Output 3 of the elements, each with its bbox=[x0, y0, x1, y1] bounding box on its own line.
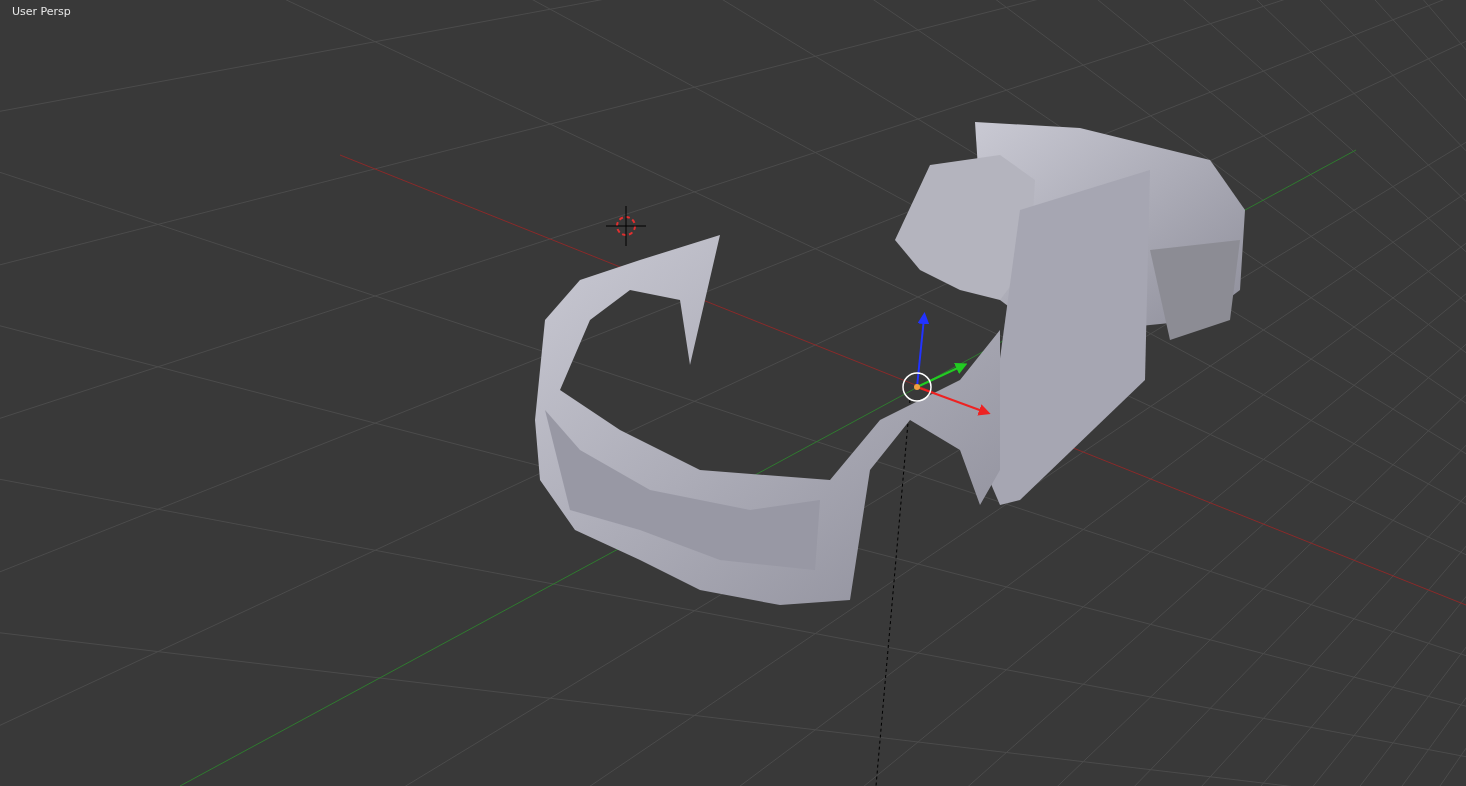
3d-cursor-icon bbox=[605, 205, 647, 247]
view-label: User Persp bbox=[12, 5, 71, 18]
transform-gizmo-icon[interactable] bbox=[902, 312, 991, 416]
